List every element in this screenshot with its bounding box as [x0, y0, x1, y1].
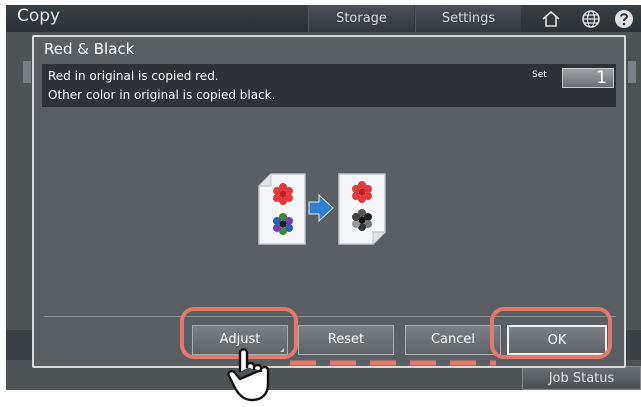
background-field — [628, 61, 636, 83]
help-icon[interactable] — [613, 8, 635, 30]
tab-storage[interactable]: Storage — [308, 5, 414, 32]
set-label: Set — [532, 70, 547, 80]
job-status-button[interactable]: Job Status — [522, 366, 641, 390]
manual-illustration: Copy Storage Settings Job Status Red & B… — [0, 0, 641, 407]
home-icon[interactable] — [540, 8, 562, 30]
message-line-1: Red in original is copied red. — [48, 69, 219, 83]
tab-settings[interactable]: Settings — [415, 5, 521, 32]
hand-pointer-icon — [227, 348, 270, 402]
message-bar: Red in original is copied red. Other col… — [42, 64, 616, 107]
reset-button[interactable]: Reset — [298, 325, 394, 355]
copy-document-icon — [338, 173, 386, 245]
globe-icon[interactable] — [580, 8, 602, 30]
cancel-button[interactable]: Cancel — [405, 325, 501, 355]
message-line-2: Other color in original is copied black. — [48, 88, 276, 102]
app-title: Copy — [17, 6, 61, 26]
background-field — [23, 61, 31, 83]
top-bar: Copy Storage Settings — [6, 5, 641, 32]
arrow-right-icon — [308, 193, 334, 223]
dashed-connector — [290, 360, 496, 366]
ok-highlight — [490, 307, 612, 359]
dialog-title: Red & Black — [44, 40, 135, 58]
original-document-icon — [258, 173, 306, 245]
red-black-illustration — [258, 173, 386, 245]
set-count-field[interactable]: 1 — [562, 68, 614, 88]
